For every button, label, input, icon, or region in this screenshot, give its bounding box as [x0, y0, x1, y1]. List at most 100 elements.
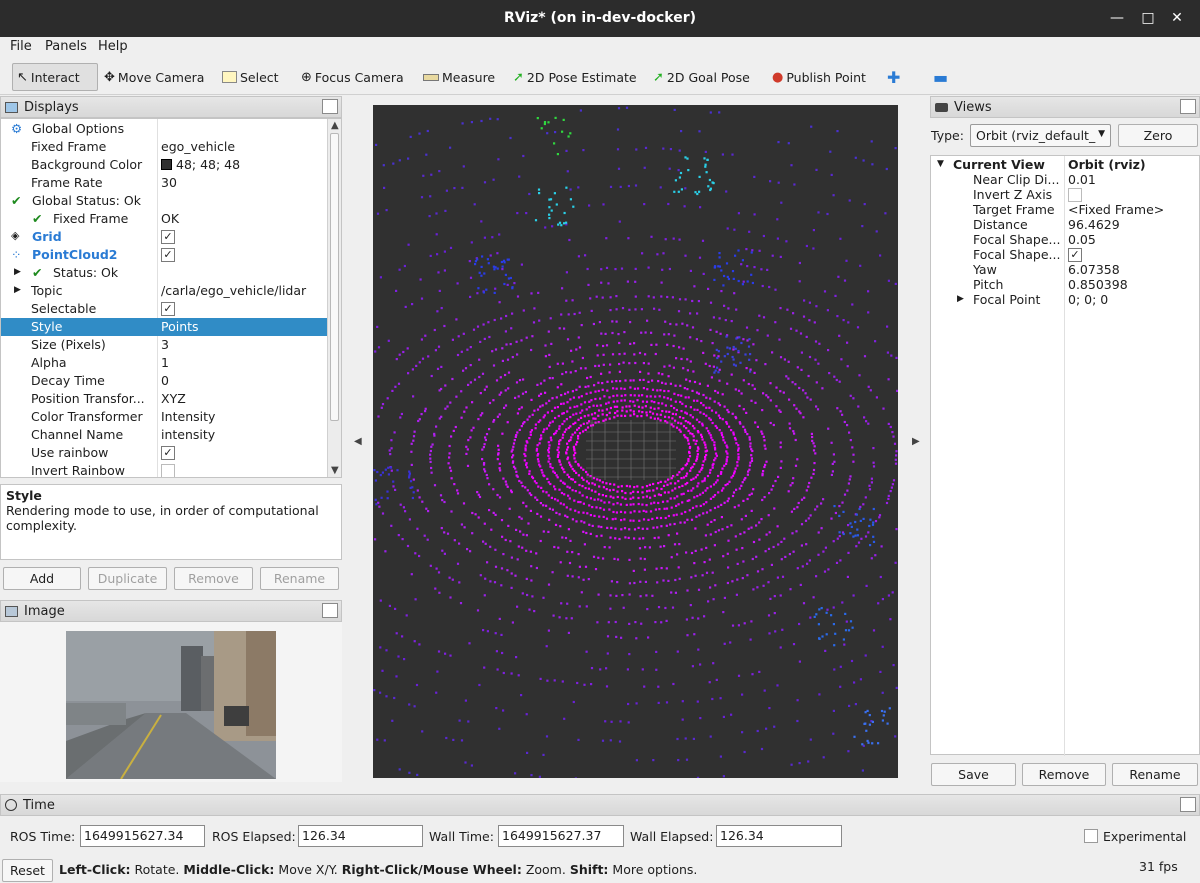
scroll-up-icon[interactable]: ▲: [331, 120, 339, 131]
focal-shape-checkbox[interactable]: ✓: [1068, 248, 1082, 262]
expand-arrow-icon[interactable]: ▶: [957, 294, 964, 304]
views-header: Views: [930, 96, 1200, 118]
tree-row-grid[interactable]: ◈ Grid ✓: [1, 228, 327, 246]
menu-help[interactable]: Help: [98, 39, 128, 54]
title-bar: RViz* (on in-dev-docker) — □ ✕: [0, 0, 1200, 37]
measure-button[interactable]: Measure: [419, 63, 499, 91]
focus-camera-button[interactable]: ⊕ Focus Camera: [297, 63, 408, 91]
collapse-left-icon[interactable]: ◀: [354, 436, 362, 447]
ros-time-field[interactable]: 1649915627.34: [80, 825, 205, 847]
tree-row-color-transformer[interactable]: Color Transformer Intensity: [1, 408, 327, 426]
description-title: Style: [6, 488, 42, 503]
tree-row-pointcloud2[interactable]: ⁘ PointCloud2 ✓: [1, 246, 327, 264]
tree-row-fixed-frame-status[interactable]: ✔ Fixed Frame OK: [1, 210, 327, 228]
tree-row-alpha[interactable]: Alpha 1: [1, 354, 327, 372]
menu-panels[interactable]: Panels: [45, 39, 87, 54]
status-hint: Left-Click: Rotate. Middle-Click: Move X…: [59, 862, 698, 877]
pose-estimate-button[interactable]: ➚ 2D Pose Estimate: [509, 63, 641, 91]
tree-row-global-options[interactable]: ⚙ Global Options: [1, 120, 327, 138]
wall-elapsed-field[interactable]: 126.34: [716, 825, 842, 847]
grid-enabled-checkbox[interactable]: ✓: [161, 230, 175, 244]
focus-camera-icon: ⊕: [301, 69, 312, 85]
camera-image: [66, 631, 276, 779]
color-swatch[interactable]: [161, 159, 172, 170]
maximize-icon[interactable]: □: [1139, 9, 1157, 27]
scroll-down-icon[interactable]: ▼: [331, 465, 339, 476]
views-tree[interactable]: ▼ Current View Orbit (rviz) Near Clip Di…: [930, 155, 1200, 756]
goal-pose-button[interactable]: ➚ 2D Goal Pose: [649, 63, 754, 91]
undock-time-icon[interactable]: [1180, 797, 1196, 812]
tree-row-position-transformer[interactable]: Position Transfor... XYZ: [1, 390, 327, 408]
render-viewport[interactable]: [373, 105, 898, 778]
toolbar: ↖ Interact ✥ Move Camera Select ⊕ Focus Cam…: [0, 58, 1200, 95]
invert-rainbow-checkbox[interactable]: [161, 464, 175, 477]
zero-view-button[interactable]: Zero: [1118, 124, 1198, 147]
remove-view-button[interactable]: Remove: [1022, 763, 1106, 786]
invert-z-checkbox[interactable]: [1068, 188, 1082, 202]
scrollbar-thumb[interactable]: [330, 133, 339, 421]
use-rainbow-checkbox[interactable]: ✓: [161, 446, 175, 460]
close-icon[interactable]: ✕: [1168, 9, 1186, 27]
interact-button[interactable]: ↖ Interact: [12, 63, 98, 91]
tree-row-frame-rate[interactable]: Frame Rate 30: [1, 174, 327, 192]
camera-icon: [935, 102, 948, 112]
wall-time-field[interactable]: 1649915627.37: [498, 825, 624, 847]
tree-row-invert-rainbow[interactable]: Invert Rainbow: [1, 462, 327, 477]
tree-row-use-rainbow[interactable]: Use rainbow ✓: [1, 444, 327, 462]
tree-row-channel-name[interactable]: Channel Name intensity: [1, 426, 327, 444]
undock-views-icon[interactable]: [1180, 99, 1196, 114]
expand-arrow-icon[interactable]: ▼: [937, 159, 944, 169]
rename-view-button[interactable]: Rename: [1112, 763, 1198, 786]
ros-elapsed-label: ROS Elapsed:: [212, 829, 296, 844]
displays-scrollbar[interactable]: ▲ ▼: [327, 119, 341, 477]
tree-row-background-color[interactable]: Background Color 48; 48; 48: [1, 156, 327, 174]
collapse-right-icon[interactable]: ▶: [912, 436, 920, 447]
move-camera-icon: ✥: [104, 69, 115, 85]
window-title: RViz* (on in-dev-docker): [503, 10, 697, 26]
tree-row-fixed-frame[interactable]: Fixed Frame ego_vehicle: [1, 138, 327, 156]
save-view-button[interactable]: Save: [931, 763, 1016, 786]
add-display-button[interactable]: Add: [3, 567, 81, 590]
tree-row-size[interactable]: Size (Pixels) 3: [1, 336, 327, 354]
image-icon: [5, 605, 18, 617]
time-panel: Time: [0, 794, 1200, 816]
selectable-checkbox[interactable]: ✓: [161, 302, 175, 316]
dropdown-arrow-icon: ▼: [1098, 129, 1105, 139]
ros-elapsed-field[interactable]: 126.34: [298, 825, 423, 847]
minimize-icon[interactable]: —: [1108, 9, 1126, 27]
cursor-icon: ↖: [17, 69, 28, 85]
grid-icon: ◈: [11, 229, 20, 242]
pointcloud-enabled-checkbox[interactable]: ✓: [161, 248, 175, 262]
publish-point-button[interactable]: ● Publish Point: [768, 63, 870, 91]
check-icon: ✔: [32, 211, 43, 226]
select-icon: [222, 71, 237, 83]
expand-arrow-icon[interactable]: ▶: [14, 285, 21, 295]
pointcloud-render: [373, 106, 898, 778]
view-type-select[interactable]: Orbit (rviz_default_ ▼: [970, 124, 1111, 147]
menu-file[interactable]: File: [10, 39, 32, 54]
goal-arrow-icon: ➚: [653, 69, 664, 85]
rename-display-button[interactable]: Rename: [260, 567, 339, 590]
duplicate-display-button[interactable]: Duplicate: [88, 567, 167, 590]
tree-row-topic[interactable]: ▶ Topic /carla/ego_vehicle/lidar: [1, 282, 327, 300]
move-camera-button[interactable]: ✥ Move Camera: [100, 63, 208, 91]
remove-tool-icon[interactable]: ▬: [929, 63, 952, 91]
add-tool-icon[interactable]: ✚: [883, 63, 904, 91]
undock-displays-icon[interactable]: [322, 99, 338, 114]
undock-image-icon[interactable]: [322, 603, 338, 618]
displays-tree[interactable]: ⚙ Global Options Fixed Frame ego_vehicle…: [0, 118, 342, 478]
reset-button[interactable]: Reset: [2, 859, 53, 882]
expand-arrow-icon[interactable]: ▶: [14, 267, 21, 277]
select-button[interactable]: Select: [218, 63, 283, 91]
tree-row-decay-time[interactable]: Decay Time 0: [1, 372, 327, 390]
description-text: Rendering mode to use, in order of compu…: [6, 503, 319, 533]
tree-row-status-ok[interactable]: ▶ ✔ Status: Ok: [1, 264, 327, 282]
wall-time-label: Wall Time:: [429, 829, 494, 844]
experimental-checkbox[interactable]: [1084, 829, 1098, 843]
view-row-focal-point[interactable]: ▶ Focal Point 0; 0; 0: [931, 291, 1200, 309]
remove-display-button[interactable]: Remove: [174, 567, 253, 590]
camera-image-area: [0, 622, 342, 782]
tree-row-selectable[interactable]: Selectable ✓: [1, 300, 327, 318]
tree-row-style[interactable]: Style Points: [1, 318, 327, 336]
tree-row-global-status[interactable]: ✔ Global Status: Ok: [1, 192, 327, 210]
